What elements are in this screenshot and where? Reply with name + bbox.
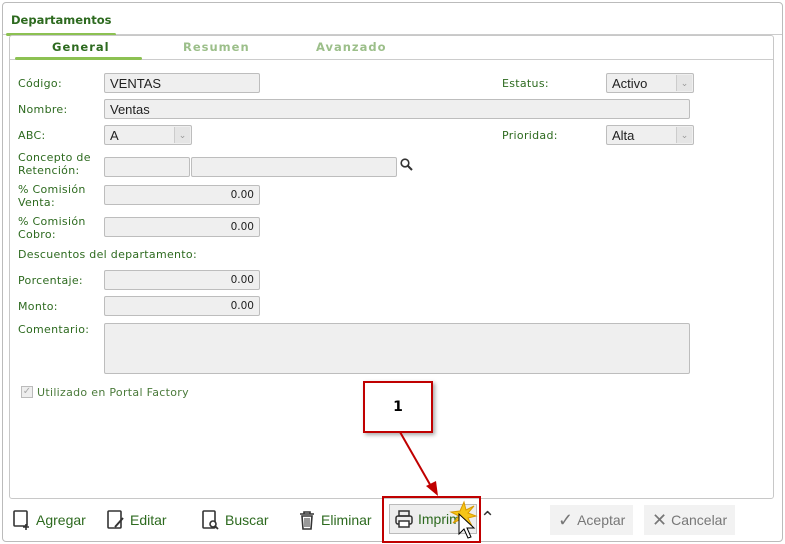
abc-select[interactable]: A ⌄ bbox=[104, 125, 192, 145]
estatus-label: Estatus: bbox=[502, 77, 549, 90]
chevron-up-double-icon[interactable]: ⌃ bbox=[480, 508, 495, 529]
check-icon: ✓ bbox=[558, 509, 574, 530]
search-icon[interactable] bbox=[400, 158, 413, 171]
prioridad-label: Prioridad: bbox=[502, 129, 558, 142]
prioridad-select[interactable]: Alta ⌄ bbox=[606, 125, 694, 145]
buscar-button[interactable]: Buscar bbox=[201, 505, 269, 535]
window-title: Departamentos bbox=[11, 13, 112, 27]
add-icon bbox=[13, 510, 29, 530]
monto-label: Monto: bbox=[18, 300, 58, 313]
callout-number: 1 bbox=[363, 381, 433, 433]
eliminar-button[interactable]: Eliminar bbox=[297, 505, 372, 535]
comision-cobro-input[interactable]: 0.00 bbox=[104, 217, 260, 237]
monto-input[interactable]: 0.00 bbox=[104, 296, 260, 316]
porcentaje-input[interactable]: 0.00 bbox=[104, 270, 260, 290]
printer-icon bbox=[395, 510, 413, 528]
close-icon: ✕ bbox=[652, 509, 668, 530]
agregar-button[interactable]: Agregar bbox=[12, 505, 86, 535]
chevron-down-icon[interactable]: ⌄ bbox=[174, 127, 190, 143]
edit-icon bbox=[107, 510, 124, 529]
comision-venta-input[interactable]: 0.00 bbox=[104, 185, 260, 205]
chevron-down-icon[interactable]: ⌄ bbox=[676, 75, 692, 91]
tab-avanzado[interactable]: Avanzado bbox=[316, 40, 387, 54]
trash-icon bbox=[300, 511, 314, 530]
concepto-name-input[interactable] bbox=[191, 157, 397, 177]
tab-general[interactable]: General bbox=[52, 40, 110, 54]
aceptar-button[interactable]: ✓ Aceptar bbox=[550, 505, 634, 535]
prioridad-value: Alta bbox=[612, 128, 635, 143]
comentario-textarea[interactable] bbox=[104, 323, 690, 374]
click-cursor-icon bbox=[449, 500, 478, 539]
abc-label: ABC: bbox=[18, 129, 46, 142]
callout-arrow bbox=[399, 431, 438, 496]
comentario-label: Comentario: bbox=[18, 323, 90, 336]
comision-cobro-label: % Comisión Cobro: bbox=[18, 215, 86, 241]
active-tab-indicator bbox=[15, 57, 142, 60]
porcentaje-label: Porcentaje: bbox=[18, 274, 83, 287]
comision-venta-label: % Comisión Venta: bbox=[18, 183, 86, 209]
search-doc-icon bbox=[202, 510, 219, 530]
concepto-label: Concepto de Retención: bbox=[18, 151, 91, 177]
codigo-label: Código: bbox=[18, 77, 62, 90]
descuentos-heading: Descuentos del departamento: bbox=[18, 248, 197, 261]
estatus-select[interactable]: Activo ⌄ bbox=[606, 73, 694, 93]
portal-checkbox[interactable]: ✓ bbox=[21, 386, 33, 398]
chevron-down-icon[interactable]: ⌄ bbox=[676, 127, 692, 143]
codigo-input[interactable]: VENTAS bbox=[104, 73, 260, 93]
portal-label: Utilizado en Portal Factory bbox=[37, 386, 189, 399]
abc-value: A bbox=[110, 128, 119, 143]
editar-button[interactable]: Editar bbox=[106, 505, 167, 535]
nombre-label: Nombre: bbox=[18, 103, 68, 116]
cancelar-button[interactable]: ✕ Cancelar bbox=[644, 505, 736, 535]
concepto-code-input[interactable] bbox=[104, 157, 190, 177]
nombre-input[interactable]: Ventas bbox=[104, 99, 690, 119]
tab-resumen[interactable]: Resumen bbox=[183, 40, 250, 54]
estatus-value: Activo bbox=[612, 76, 648, 91]
